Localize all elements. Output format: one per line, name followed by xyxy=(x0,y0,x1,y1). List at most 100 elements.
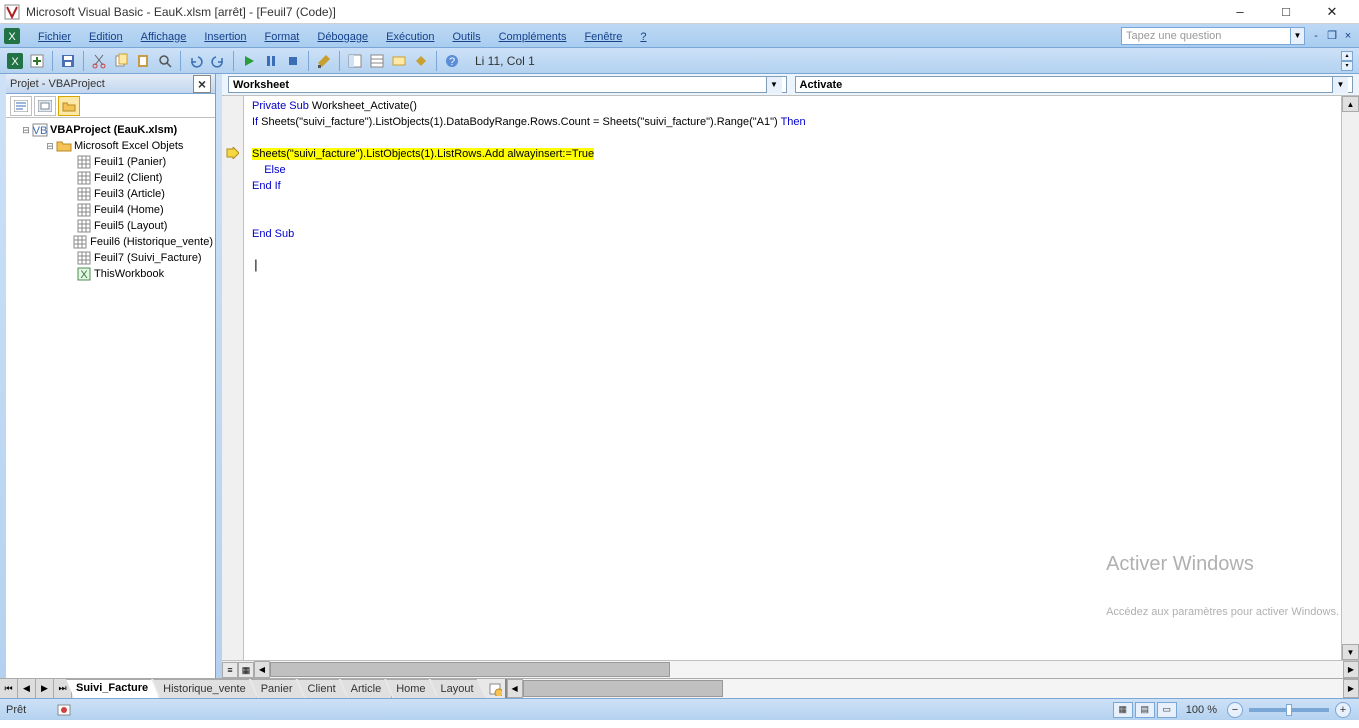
insert-item-icon[interactable] xyxy=(26,50,48,72)
scroll-left-icon[interactable]: ◀ xyxy=(254,661,270,678)
object-browser-icon[interactable] xyxy=(388,50,410,72)
help-icon[interactable]: ? xyxy=(441,50,463,72)
scroll-right-icon[interactable]: ▶ xyxy=(1343,679,1359,698)
project-explorer-icon[interactable] xyxy=(344,50,366,72)
reset-icon[interactable] xyxy=(282,50,304,72)
project-explorer-header: Projet - VBAProject × xyxy=(6,74,215,94)
toggle-folders-icon[interactable] xyxy=(58,96,80,116)
sheet-icon xyxy=(76,203,92,217)
ask-question-dropdown[interactable]: ▼ xyxy=(1291,27,1305,45)
break-icon[interactable] xyxy=(260,50,282,72)
sheet-tab-panier[interactable]: Panier xyxy=(251,679,304,698)
chevron-down-icon: ▼ xyxy=(766,77,782,93)
project-explorer-close[interactable]: × xyxy=(193,75,211,93)
redo-icon[interactable] xyxy=(207,50,229,72)
svg-text:VB: VB xyxy=(33,125,48,137)
design-mode-icon[interactable] xyxy=(313,50,335,72)
project-tree[interactable]: ⊟ VB VBAProject (EauK.xlsm) ⊟ Microsoft … xyxy=(6,118,215,678)
menu-insertion[interactable]: Insertion xyxy=(196,26,254,46)
menu-edition[interactable]: Edition xyxy=(81,26,131,46)
code-text[interactable]: Private Sub Worksheet_Activate() If Shee… xyxy=(244,96,1341,660)
menu-fichier[interactable]: Fichier xyxy=(30,26,79,46)
tab-nav-next[interactable]: ▶ xyxy=(36,679,54,698)
scroll-left-icon[interactable]: ◀ xyxy=(507,679,523,698)
tree-item-feuil7[interactable]: Feuil7 (Suivi_Facture) xyxy=(64,250,213,266)
view-code-icon[interactable] xyxy=(10,96,32,116)
vbaproject-icon: VB xyxy=(32,123,48,137)
menu-format[interactable]: Format xyxy=(257,26,308,46)
menu-fenetre[interactable]: Fenêtre xyxy=(576,26,630,46)
run-icon[interactable] xyxy=(238,50,260,72)
cursor-position-label: Li 11, Col 1 xyxy=(475,54,535,68)
sheet-tab-suivi-facture[interactable]: Suivi_Facture xyxy=(66,679,159,698)
full-module-view-icon[interactable]: ▦ xyxy=(238,662,254,678)
tab-nav-first[interactable]: ⏮ xyxy=(0,679,18,698)
sheet-tab-article[interactable]: Article xyxy=(341,679,393,698)
sheet-icon xyxy=(72,235,88,249)
view-page-break-icon[interactable]: ▭ xyxy=(1157,702,1177,718)
view-excel-icon[interactable]: X xyxy=(4,50,26,72)
tree-item-feuil3[interactable]: Feuil3 (Article) xyxy=(64,186,213,202)
view-object-icon[interactable] xyxy=(34,96,56,116)
add-sheet-icon[interactable] xyxy=(485,679,505,698)
menu-complements[interactable]: Compléments xyxy=(491,26,575,46)
tabs-hscroll-thumb[interactable] xyxy=(523,680,723,697)
scroll-up-icon[interactable]: ▲ xyxy=(1342,96,1359,112)
minimize-button[interactable]: – xyxy=(1217,1,1263,23)
tree-item-feuil5[interactable]: Feuil5 (Layout) xyxy=(64,218,213,234)
zoom-label[interactable]: 100 % xyxy=(1186,704,1217,716)
tree-item-feuil1[interactable]: Feuil1 (Panier) xyxy=(64,154,213,170)
code-editor[interactable]: Private Sub Worksheet_Activate() If Shee… xyxy=(222,96,1359,660)
tab-nav-prev[interactable]: ◀ xyxy=(18,679,36,698)
copy-icon[interactable] xyxy=(110,50,132,72)
sheet-tab-client[interactable]: Client xyxy=(298,679,347,698)
tree-root[interactable]: ⊟ VB VBAProject (EauK.xlsm) xyxy=(20,122,213,138)
svg-text:X: X xyxy=(80,269,88,281)
view-normal-icon[interactable]: ▦ xyxy=(1113,702,1133,718)
mdi-close-button[interactable]: × xyxy=(1341,29,1355,43)
ask-question-box[interactable]: Tapez une question xyxy=(1121,27,1291,45)
properties-icon[interactable] xyxy=(366,50,388,72)
undo-icon[interactable] xyxy=(185,50,207,72)
zoom-out-button[interactable]: − xyxy=(1227,702,1243,718)
menu-affichage[interactable]: Affichage xyxy=(133,26,195,46)
maximize-button[interactable]: □ xyxy=(1263,1,1309,23)
scroll-right-icon[interactable]: ▶ xyxy=(1343,661,1359,678)
standard-toolbar: X ? Li 11, Col 1 ▴▾ xyxy=(0,48,1359,74)
menu-outils[interactable]: Outils xyxy=(444,26,488,46)
hscroll-thumb[interactable] xyxy=(270,662,670,677)
menu-help[interactable]: ? xyxy=(632,26,654,46)
mdi-restore-button[interactable]: ❐ xyxy=(1325,29,1339,43)
cut-icon[interactable] xyxy=(88,50,110,72)
find-icon[interactable] xyxy=(154,50,176,72)
close-button[interactable]: ✕ xyxy=(1309,1,1355,23)
procedure-view-icon[interactable]: ≡ xyxy=(222,662,238,678)
tree-item-feuil4[interactable]: Feuil4 (Home) xyxy=(64,202,213,218)
status-macros-icon[interactable] xyxy=(56,703,72,717)
tree-item-feuil6[interactable]: Feuil6 (Historique_vente) xyxy=(64,234,213,250)
procedure-dropdown[interactable]: Activate ▼ xyxy=(795,76,1354,93)
vertical-scrollbar[interactable]: ▲ ▼ xyxy=(1341,96,1359,660)
tree-item-thisworkbook[interactable]: XThisWorkbook xyxy=(64,266,213,282)
mdi-minimize-button[interactable]: - xyxy=(1309,29,1323,43)
zoom-slider[interactable] xyxy=(1249,708,1329,712)
object-dropdown[interactable]: Worksheet ▼ xyxy=(228,76,787,93)
menu-debogage[interactable]: Débogage xyxy=(309,26,376,46)
save-icon[interactable] xyxy=(57,50,79,72)
menu-execution[interactable]: Exécution xyxy=(378,26,442,46)
view-page-layout-icon[interactable]: ▤ xyxy=(1135,702,1155,718)
tabs-horizontal-scrollbar[interactable]: ◀ ▶ xyxy=(505,679,1359,698)
sheet-tab-home[interactable]: Home xyxy=(386,679,436,698)
toolbar-overflow[interactable]: ▴▾ xyxy=(1341,51,1353,71)
sheet-tab-historique-vente[interactable]: Historique_vente xyxy=(153,679,257,698)
sheet-tab-layout[interactable]: Layout xyxy=(431,679,485,698)
horizontal-scrollbar[interactable]: ◀ ▶ xyxy=(254,661,1359,678)
toolbox-icon[interactable] xyxy=(410,50,432,72)
paste-icon[interactable] xyxy=(132,50,154,72)
tree-item-feuil2[interactable]: Feuil2 (Client) xyxy=(64,170,213,186)
zoom-in-button[interactable]: + xyxy=(1335,702,1351,718)
chevron-down-icon: ▼ xyxy=(1332,77,1348,93)
tree-folder[interactable]: ⊟ Microsoft Excel Objets xyxy=(44,138,213,154)
code-gutter[interactable] xyxy=(222,96,244,660)
scroll-down-icon[interactable]: ▼ xyxy=(1342,644,1359,660)
